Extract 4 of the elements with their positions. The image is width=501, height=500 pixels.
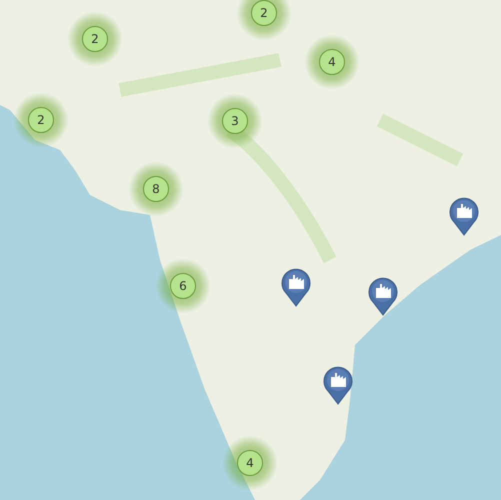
factory-marker-icon[interactable] — [368, 276, 398, 316]
factory-marker-icon[interactable] — [449, 196, 479, 236]
factory-marker-icon[interactable] — [281, 267, 311, 307]
factory-marker-icon[interactable] — [323, 365, 353, 405]
